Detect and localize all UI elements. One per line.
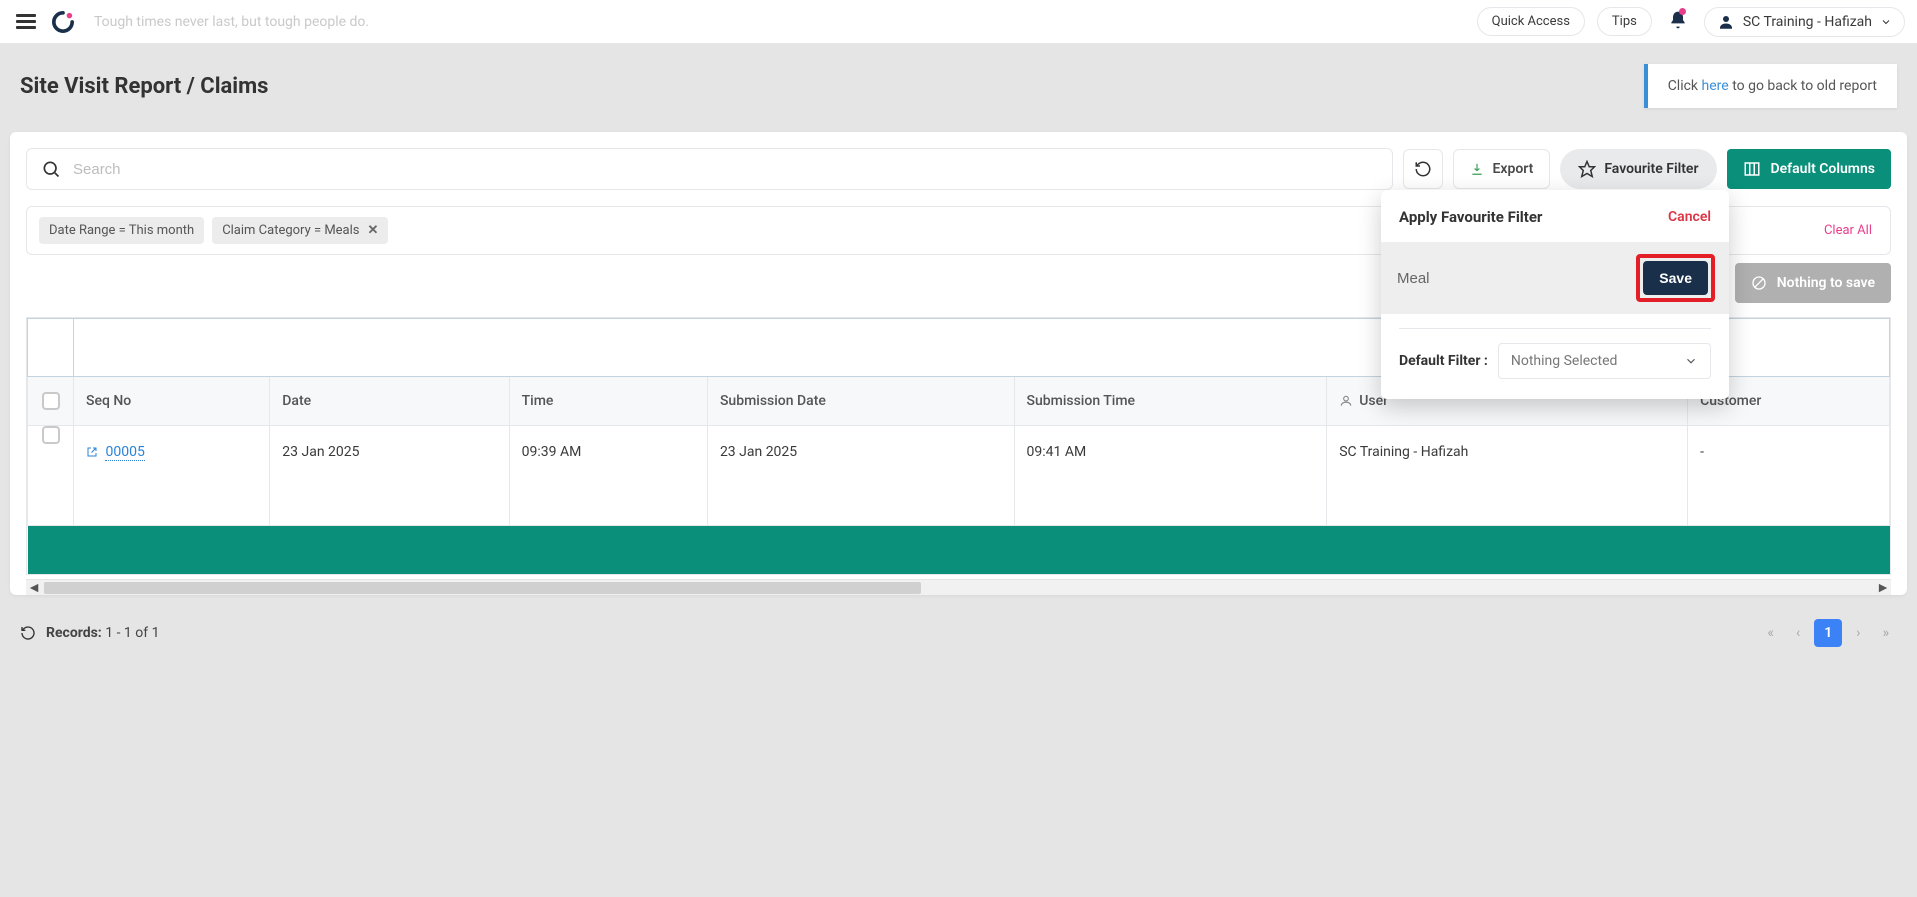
scroll-left-icon[interactable]: ◄ bbox=[26, 579, 42, 595]
table-summary-band bbox=[28, 526, 1890, 574]
nothing-to-save-label: Nothing to save bbox=[1777, 275, 1875, 291]
cell-sub-date: 23 Jan 2025 bbox=[707, 426, 1014, 526]
open-external-icon[interactable] bbox=[86, 444, 105, 460]
col-time: Time bbox=[509, 377, 707, 426]
filter-chip-claim-category[interactable]: Claim Category = Meals ✕ bbox=[212, 217, 388, 244]
user-menu[interactable]: SC Training - Hafizah bbox=[1704, 7, 1905, 37]
search-input[interactable] bbox=[71, 160, 1378, 179]
default-filter-select[interactable]: Nothing Selected bbox=[1498, 343, 1711, 379]
remove-chip-icon[interactable]: ✕ bbox=[368, 223, 379, 238]
row-checkbox[interactable] bbox=[42, 426, 60, 444]
seq-link[interactable]: 00005 bbox=[105, 444, 144, 461]
default-columns-label: Default Columns bbox=[1771, 161, 1876, 177]
save-button[interactable]: Save bbox=[1643, 261, 1708, 295]
user-name: SC Training - Hafizah bbox=[1743, 14, 1872, 30]
page-title: Site Visit Report / Claims bbox=[20, 74, 268, 99]
app-logo bbox=[52, 11, 74, 33]
cell-customer: - bbox=[1688, 426, 1890, 526]
quick-access-button[interactable]: Quick Access bbox=[1477, 7, 1585, 36]
favourite-filter-label: Favourite Filter bbox=[1604, 161, 1698, 177]
search-box[interactable] bbox=[26, 148, 1393, 190]
refresh-button[interactable] bbox=[1403, 149, 1443, 189]
page-first[interactable]: « bbox=[1759, 619, 1782, 647]
back-to-old-report-link[interactable]: here bbox=[1702, 78, 1729, 94]
save-button-highlight: Save bbox=[1636, 254, 1715, 302]
columns-icon bbox=[1743, 160, 1761, 178]
default-columns-button[interactable]: Default Columns bbox=[1727, 149, 1892, 189]
ban-icon bbox=[1751, 275, 1767, 291]
col-date: Date bbox=[270, 377, 509, 426]
export-label: Export bbox=[1492, 161, 1533, 177]
records-label: Records: bbox=[46, 625, 102, 641]
star-icon bbox=[1578, 160, 1596, 178]
select-all-checkbox[interactable] bbox=[42, 392, 60, 410]
pagination: « ‹ 1 › » bbox=[1759, 619, 1897, 647]
default-filter-label: Default Filter : bbox=[1399, 353, 1488, 369]
records-value: 1 - 1 of 1 bbox=[105, 625, 159, 641]
menu-icon[interactable] bbox=[12, 10, 40, 33]
scroll-right-icon[interactable]: ► bbox=[1875, 579, 1891, 595]
favourite-filter-button[interactable]: Favourite Filter bbox=[1560, 149, 1716, 189]
user-icon bbox=[1339, 394, 1353, 408]
table-row: 00005 23 Jan 2025 09:39 AM 23 Jan 2025 0… bbox=[28, 426, 1890, 526]
download-icon bbox=[1470, 162, 1484, 176]
quote-text: Tough times never last, but tough people… bbox=[94, 14, 1465, 30]
cell-user: SC Training - Hafizah bbox=[1327, 426, 1688, 526]
cell-date: 23 Jan 2025 bbox=[270, 426, 509, 526]
search-icon bbox=[41, 159, 61, 179]
cell-time: 09:39 AM bbox=[509, 426, 707, 526]
page-next[interactable]: › bbox=[1848, 619, 1868, 647]
cancel-button[interactable]: Cancel bbox=[1668, 209, 1711, 225]
default-filter-value: Nothing Selected bbox=[1511, 353, 1618, 369]
cell-sub-time: 09:41 AM bbox=[1014, 426, 1327, 526]
favourite-filter-popover: Apply Favourite Filter Cancel Save Defau… bbox=[1381, 190, 1729, 399]
page-last[interactable]: » bbox=[1874, 619, 1897, 647]
filter-chip-date-range[interactable]: Date Range = This month bbox=[39, 217, 204, 244]
page-prev[interactable]: ‹ bbox=[1788, 619, 1808, 647]
tips-button[interactable]: Tips bbox=[1597, 7, 1652, 36]
col-sub-date: Submission Date bbox=[707, 377, 1014, 426]
refresh-icon bbox=[1414, 160, 1432, 178]
back-to-old-report-panel: Click here to go back to old report bbox=[1644, 64, 1897, 108]
export-button[interactable]: Export bbox=[1453, 149, 1550, 189]
col-seq: Seq No bbox=[74, 377, 270, 426]
notifications-icon[interactable] bbox=[1664, 6, 1692, 38]
horizontal-scrollbar[interactable]: ◄ ► bbox=[26, 579, 1891, 595]
clear-all-filters[interactable]: Clear All bbox=[1824, 223, 1872, 238]
col-sub-time: Submission Time bbox=[1014, 377, 1327, 426]
nothing-to-save-button[interactable]: Nothing to save bbox=[1735, 263, 1891, 303]
refresh-records-icon[interactable] bbox=[20, 625, 36, 641]
page-current[interactable]: 1 bbox=[1814, 619, 1842, 647]
chevron-down-icon bbox=[1684, 354, 1698, 368]
filter-name-input[interactable] bbox=[1395, 269, 1624, 288]
popover-title: Apply Favourite Filter bbox=[1399, 208, 1542, 226]
